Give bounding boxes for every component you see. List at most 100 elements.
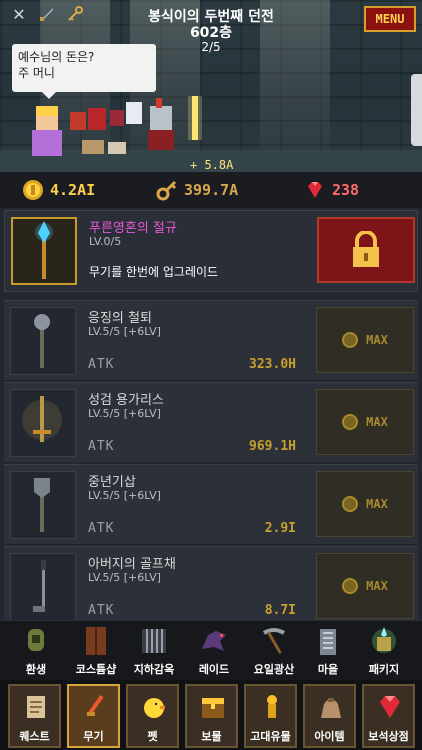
lock-icon	[353, 231, 379, 267]
max-label: MAX	[366, 497, 388, 511]
tab-label: 보물	[201, 730, 222, 743]
weapon-thumb	[10, 471, 76, 539]
stat-value: 969.1H	[249, 439, 296, 454]
nav-raid[interactable]: 레이드	[188, 621, 240, 681]
max-label: MAX	[366, 333, 388, 347]
nav-label: 마을	[317, 663, 339, 676]
max-label: MAX	[366, 415, 388, 429]
weapon-row[interactable]: 아버지의 골프채 LV.5/5 [+6LV] ATK 8.7I MAX	[4, 546, 418, 626]
chick-icon	[144, 698, 165, 718]
featured-weapon-thumb	[11, 217, 77, 285]
prison-icon	[142, 629, 166, 653]
floor-number: 602층	[189, 25, 233, 41]
blue-staff-icon	[35, 221, 53, 279]
tab-relic[interactable]: 고대유물	[244, 684, 297, 748]
weapon-level: LV.5/5 [+6LV]	[88, 571, 161, 584]
max-button[interactable]: MAX	[316, 307, 414, 373]
nav-label: 코스튬샵	[75, 663, 117, 676]
max-label: MAX	[366, 579, 388, 593]
rebirth-icon	[28, 629, 44, 651]
coin-icon	[342, 578, 359, 594]
key-value: 399.7A	[184, 181, 239, 199]
tab-item[interactable]: 아이템	[303, 684, 356, 748]
coin-icon	[342, 414, 359, 430]
stat-label: ATK	[88, 603, 115, 618]
featured-name: 푸른영혼의 절규	[89, 221, 177, 236]
menu-button[interactable]: MENU	[364, 6, 416, 32]
coin-icon	[342, 496, 359, 512]
nav-label: 패키지	[368, 663, 400, 676]
weapon-row[interactable]: 성검 용가리스 LV.5/5 [+6LV] ATK 969.1H MAX	[4, 382, 418, 462]
nav-label: 요일광산	[253, 663, 295, 676]
key-icon	[156, 180, 177, 201]
tab-weapon[interactable]: 무기	[67, 684, 120, 748]
gold-counter: 4.2AI	[22, 179, 95, 201]
unlock-button[interactable]	[317, 217, 415, 283]
nav-label: 지하감옥	[133, 663, 175, 676]
scroll-icon	[27, 696, 45, 718]
tab-gem-shop[interactable]: 보석상점	[362, 684, 415, 748]
max-button[interactable]: MAX	[316, 553, 414, 619]
package-icon	[372, 627, 396, 653]
tab-label: 아이템	[314, 730, 345, 743]
nav-label: 환생	[25, 663, 47, 676]
nav-label: 레이드	[198, 663, 230, 676]
wardrobe-icon	[86, 627, 106, 655]
tab-pet[interactable]: 펫	[126, 684, 179, 748]
speech-bubble: 예수님의 돈은? 주 머니	[12, 44, 156, 99]
nav-costume-shop[interactable]: 코스튬샵	[70, 621, 122, 681]
stat-value: 323.0H	[249, 357, 296, 372]
tab-treasure[interactable]: 보물	[185, 684, 238, 748]
shovel-icon	[34, 478, 50, 532]
pickaxe-icon	[262, 628, 286, 654]
nav-rebirth[interactable]: 환생	[10, 621, 62, 681]
speech-line: 주 머니	[18, 66, 55, 80]
ruby-gem-icon	[308, 182, 322, 198]
weapon-level: LV.5/5 [+6LV]	[88, 325, 161, 338]
weapon-thumb	[10, 389, 76, 457]
weapon-row[interactable]: 중년기삽 LV.5/5 [+6LV] ATK 2.9I MAX	[4, 464, 418, 544]
gold-coin-icon	[23, 180, 43, 200]
tab-label: 퀘스트	[19, 730, 50, 743]
max-button[interactable]: MAX	[316, 389, 414, 455]
tab-label: 무기	[83, 730, 104, 743]
building-icon	[320, 629, 336, 655]
hero-party	[22, 96, 222, 162]
game-scene: ✕ 봉식이의 두번째 던전 602층 2/5 MENU 예수님의 돈은? 주 머…	[0, 0, 422, 172]
tab-label: 보석상점	[368, 730, 409, 743]
side-panel-handle[interactable]	[411, 74, 422, 146]
nav-village[interactable]: 마을	[302, 621, 354, 681]
stat-label: ATK	[88, 439, 115, 454]
tab-quest[interactable]: 퀘스트	[8, 684, 61, 748]
tab-label: 펫	[147, 730, 158, 743]
weapon-row[interactable]: 응징의 철퇴 LV.5/5 [+6LV] ATK 323.0H MAX	[4, 300, 418, 380]
nav-prison[interactable]: 지하감옥	[128, 621, 180, 681]
stat-label: ATK	[88, 521, 115, 536]
gold-value: 4.2AI	[50, 181, 96, 199]
nav-daily-mine[interactable]: 요일광산	[248, 621, 300, 681]
gold-gain-popup: + 5.8A	[190, 158, 234, 172]
gem-value: 238	[332, 181, 360, 199]
party-sprites	[32, 96, 202, 156]
gem-icon	[380, 696, 400, 718]
coin-icon	[342, 332, 359, 348]
currency-bar: 4.2AI 399.7A 238	[0, 172, 422, 208]
max-button[interactable]: MAX	[316, 471, 414, 537]
featured-description: 무기를 한번에 업그레이드	[89, 265, 219, 279]
weapon-name: 성검 용가리스	[88, 393, 164, 408]
stat-label: ATK	[88, 357, 115, 372]
weapon-name: 응징의 철퇴	[88, 311, 152, 326]
weapon-list[interactable]: 푸른영혼의 절규 LV.0/5 무기를 한번에 업그레이드 응징의 철퇴 LV.…	[0, 208, 422, 626]
mace-icon	[34, 314, 50, 368]
nav-package[interactable]: 패키지	[358, 621, 410, 681]
treasure-icon	[202, 698, 224, 718]
featured-level: LV.0/5	[89, 235, 122, 248]
weapon-level: LV.5/5 [+6LV]	[88, 489, 161, 502]
weapon-thumb	[10, 307, 76, 375]
weapon-name: 아버지의 골프채	[88, 557, 176, 572]
stat-value: 2.9I	[264, 521, 296, 536]
weapon-level: LV.5/5 [+6LV]	[88, 407, 161, 420]
tab-label: 고대유물	[250, 730, 291, 743]
featured-upgrade-card[interactable]: 푸른영혼의 절규 LV.0/5 무기를 한번에 업그레이드	[4, 210, 418, 292]
weapon-name: 중년기삽	[88, 475, 136, 490]
